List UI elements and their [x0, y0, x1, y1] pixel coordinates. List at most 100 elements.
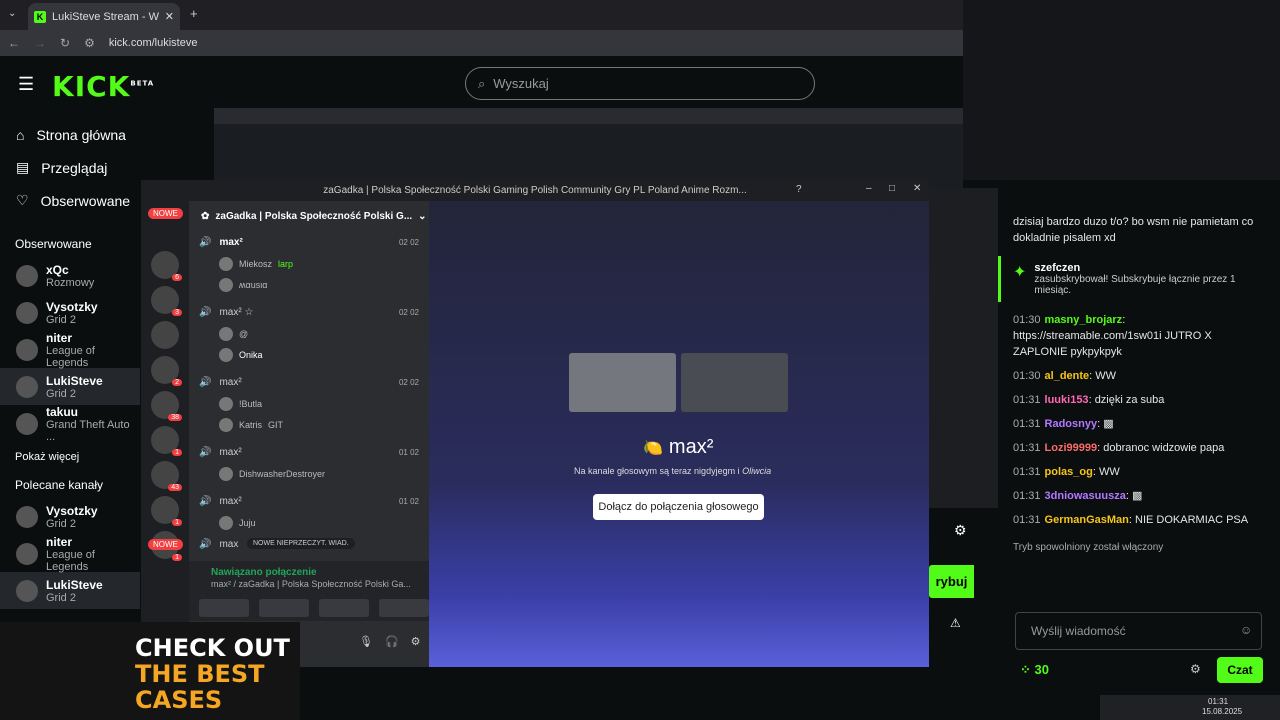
mic-icon[interactable]: 🎙 [359, 635, 373, 648]
camera-off-button[interactable] [199, 599, 249, 617]
chevron-down-icon: ⌄ [418, 210, 427, 222]
voice-user[interactable]: @ [189, 323, 429, 344]
speaker-icon: 🔊 [199, 376, 212, 388]
heart-icon: ♡ [16, 192, 29, 208]
voice-user[interactable]: !Butla [189, 393, 429, 414]
avatar [219, 256, 233, 271]
browser-tabbar: ⌄ K LukiSteve Stream - Watch Live ✕ + [0, 0, 963, 30]
followed-channel[interactable]: xQc Rozmowy [0, 257, 140, 294]
server-icon[interactable]: 3 [151, 286, 182, 316]
followed-channel[interactable]: Vysotzky Grid 2 [0, 294, 140, 331]
chat-settings-icon[interactable]: ⚙ [1190, 662, 1201, 676]
avatar [219, 347, 233, 362]
settings-icon[interactable]: ⚙ [954, 522, 967, 539]
unread-pill[interactable]: NOWE NIEPRZECZYT. WIAD. [247, 538, 355, 549]
voice-channel[interactable]: 🔊 max² 01 02 [189, 441, 429, 463]
soundboard-button[interactable] [379, 599, 429, 617]
minimize-icon[interactable]: – [866, 183, 872, 194]
warning-icon[interactable]: ⚠ [950, 616, 961, 630]
participant-tile[interactable] [569, 353, 676, 412]
url-field[interactable]: kick.com/lukisteve [109, 37, 198, 49]
forward-icon[interactable]: → [34, 36, 46, 50]
server-icon[interactable]: 6 [151, 251, 182, 281]
followed-channel[interactable]: niter League of Legends [0, 331, 140, 369]
voice-user[interactable]: DishwasherDestroyer [189, 463, 429, 484]
voice-user[interactable]: Onika [189, 344, 429, 365]
voice-channel[interactable]: 🔊 max² 02 02 [189, 231, 429, 253]
nav-browse[interactable]: ▤ Przeglądaj [0, 151, 140, 184]
voice-channel[interactable]: 🔊 max² 01 02 [189, 490, 429, 512]
site-info-icon[interactable]: ⚙ [84, 36, 95, 50]
recommended-channel[interactable]: niter League of Legends [0, 535, 140, 573]
server-icon[interactable]: 1 [151, 426, 182, 456]
channel-list: ✿ zaGadka | Polska Społeczność Polski G.… [189, 201, 429, 667]
server-icon[interactable] [151, 321, 179, 349]
chat-message: 01:31 Lozi99999: dobranoc widzowie papa [1013, 442, 1225, 454]
tab-close-icon[interactable]: ✕ [165, 10, 174, 23]
activity-button[interactable] [319, 599, 369, 617]
discord-titlebar: zaGadka | Polska Społeczność Polski Gami… [141, 180, 929, 201]
recommended-channel[interactable]: LukiSteve Grid 2 [0, 572, 140, 609]
emote-icon: ▩ [1103, 418, 1114, 430]
tab-kick[interactable]: K LukiSteve Stream - Watch Live ✕ [28, 3, 180, 30]
voice-user[interactable]: Miekosz larp [189, 253, 429, 274]
voice-channel-title: 🍋 max² [643, 436, 714, 458]
voice-channel[interactable]: 🔊 max² ☆ 02 02 [189, 301, 429, 323]
chat-message: 01:31 luuki153: dzięki za suba [1013, 394, 1165, 406]
search-input[interactable]: ⌕ Wyszukaj [465, 67, 815, 100]
sub-notification: ✦ szefczen zasubskrybował! Subskrybuje łąc… [998, 256, 1280, 302]
voice-subtitle: Na kanale głosowym są teraz nigdyjegm i … [574, 466, 772, 476]
voice-user[interactable]: Juju [189, 512, 429, 533]
channel-points[interactable]: ⁘ 30 [1020, 662, 1049, 678]
menu-icon[interactable]: ☰ [18, 74, 34, 95]
user-controls: 🎙 🎧 ⚙ [359, 635, 421, 648]
kick-logo[interactable]: KICKBETA [52, 70, 154, 103]
tab-list-icon[interactable]: ⌄ [8, 8, 16, 19]
server-icon[interactable]: 38 [151, 391, 182, 421]
speaker-icon: 🔊 [199, 306, 212, 318]
recommended-channel[interactable]: Vysotzky Grid 2 [0, 498, 140, 535]
chat-header [998, 180, 1280, 200]
server-icon[interactable]: 43 [151, 461, 182, 491]
voice-user[interactable]: ʍαusια [189, 274, 429, 295]
show-more-link[interactable]: Pokaż więcej [0, 442, 140, 472]
followed-channel[interactable]: takuu Grand Theft Auto ... [0, 405, 140, 443]
avatar [16, 579, 38, 602]
avatar [16, 375, 38, 398]
participant-tile[interactable] [681, 353, 788, 412]
chat-input[interactable]: Wyślij wiadomość ☺ [1015, 612, 1262, 650]
lemon-icon: 🍋 [643, 439, 663, 457]
headphones-icon[interactable]: 🎧 [385, 635, 399, 648]
join-voice-button[interactable]: Dołącz do połączenia głosowego [593, 494, 764, 520]
stream-nested-panel [929, 188, 998, 508]
back-icon[interactable]: ← [8, 36, 20, 50]
server-icon[interactable]: 1 [151, 496, 182, 526]
ad-text: CHECK OUT THE BEST CASES [135, 634, 290, 714]
nav-home[interactable]: ⌂ Strona główna [0, 118, 140, 151]
nav-following[interactable]: ♡ Obserwowane [0, 184, 140, 217]
speaker-icon: 🔊 [199, 446, 212, 458]
close-icon[interactable]: ✕ [913, 183, 921, 194]
followed-channel[interactable]: LukiSteve Grid 2 [0, 368, 140, 405]
chat-message: 01:30 al_dente: WW [1013, 370, 1117, 382]
settings-icon[interactable]: ⚙ [411, 635, 421, 648]
screenshare-button[interactable] [259, 599, 309, 617]
stream-nested-browser [214, 108, 963, 124]
server-icon[interactable]: 2 [151, 356, 182, 386]
voice-connected-panel: Nawiązano połączenie max² / zaGadka | Po… [189, 561, 429, 621]
help-icon[interactable]: ? [796, 184, 802, 195]
maximize-icon[interactable]: □ [889, 183, 895, 194]
emoji-icon[interactable]: ☺ [1240, 623, 1252, 637]
subscribe-button[interactable]: rybuj [929, 565, 974, 598]
voice-user[interactable]: Katris GIT [189, 414, 429, 435]
new-badge: NOWE [148, 539, 183, 550]
reload-icon[interactable]: ↻ [60, 36, 70, 50]
voice-channel[interactable]: 🔊 max² 02 02 [189, 371, 429, 393]
kick-favicon-icon: K [34, 10, 46, 23]
recommended-title: Polecane kanały [15, 478, 104, 492]
server-header[interactable]: ✿ zaGadka | Polska Społeczność Polski G.… [189, 201, 429, 231]
emote-icon: ▩ [1131, 490, 1143, 502]
avatar [219, 515, 233, 530]
new-tab-icon[interactable]: + [190, 6, 198, 21]
chat-send-button[interactable]: Czat [1217, 657, 1263, 683]
